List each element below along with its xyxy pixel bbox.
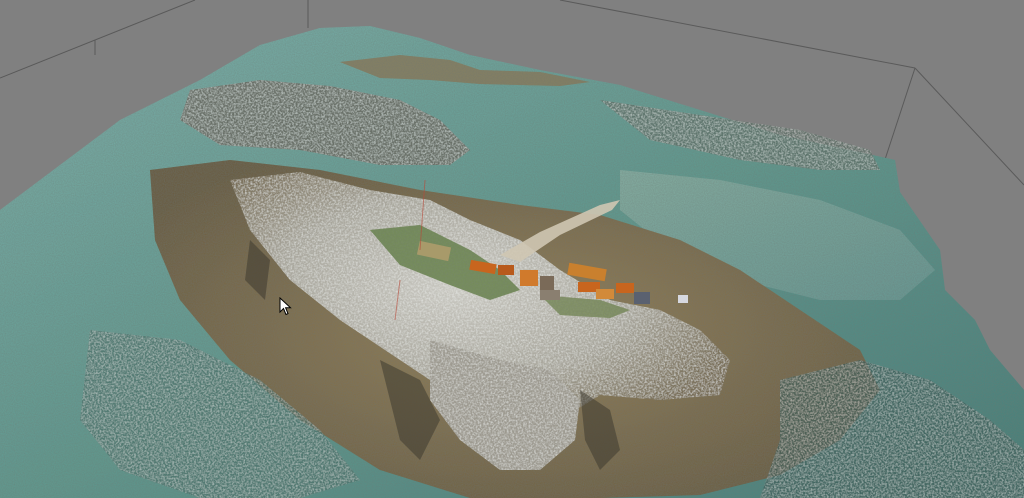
- building-roof: [540, 290, 560, 300]
- building-roof: [616, 283, 634, 293]
- 3d-viewport[interactable]: [0, 0, 1024, 498]
- building-roof: [678, 295, 688, 303]
- building-roof: [596, 289, 614, 299]
- building-roof: [520, 270, 538, 286]
- point-cloud-scene[interactable]: [0, 0, 1024, 498]
- building-roof: [634, 292, 650, 304]
- building-roof: [540, 276, 554, 290]
- mouse-pointer-icon: [279, 297, 292, 316]
- building-roof: [498, 265, 514, 275]
